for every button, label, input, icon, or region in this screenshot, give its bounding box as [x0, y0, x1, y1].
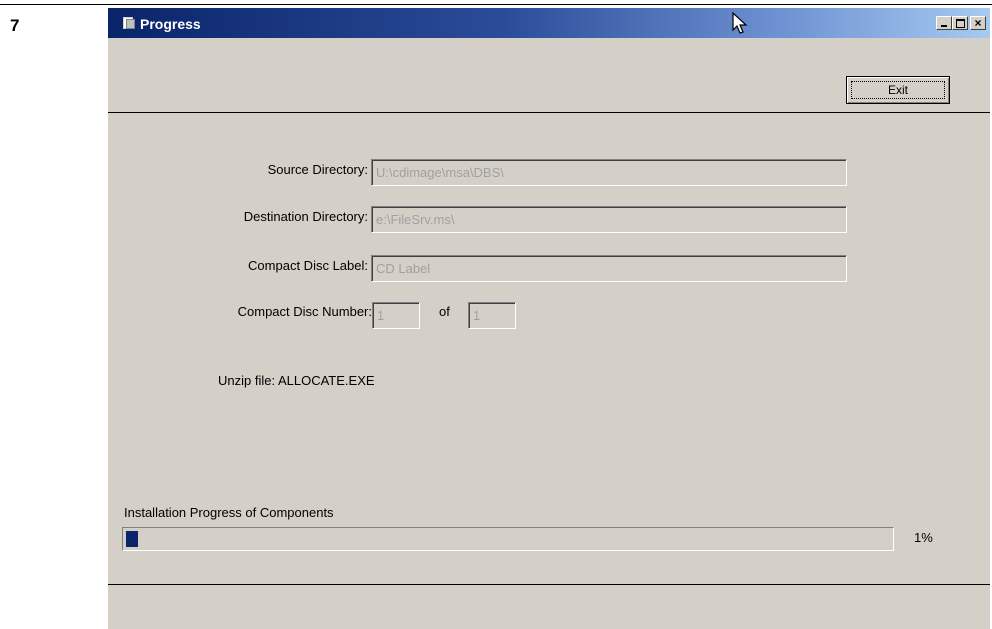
window-title: Progress	[140, 16, 201, 32]
page-top-rule	[0, 4, 992, 5]
maximize-icon	[956, 19, 965, 28]
progress-window: Progress × Exit Source Directory: U:\cdi…	[108, 8, 990, 629]
progress-fill	[126, 531, 138, 547]
cd-label-label: Compact Disc Label:	[248, 258, 368, 273]
progress-bar	[122, 527, 894, 551]
close-button[interactable]: ×	[970, 16, 986, 30]
step-number: 7	[10, 16, 20, 35]
app-window-icon[interactable]	[122, 17, 135, 29]
mouse-pointer-icon	[732, 12, 748, 34]
separator-bottom	[108, 584, 990, 585]
close-icon: ×	[974, 16, 982, 30]
exit-button[interactable]: Exit	[846, 76, 950, 104]
progress-percent: 1%	[914, 530, 933, 545]
title-bar[interactable]: Progress ×	[108, 8, 990, 38]
cd-number-field[interactable]: 1	[372, 302, 420, 329]
progress-caption: Installation Progress of Components	[124, 505, 334, 520]
source-directory-field[interactable]: U:\cdimage\msa\DBS\	[371, 159, 847, 186]
separator-top	[108, 112, 990, 113]
minimize-button[interactable]	[936, 16, 952, 30]
source-directory-label: Source Directory:	[267, 162, 368, 177]
cd-number-label: Compact Disc Number:	[237, 304, 372, 319]
of-label: of	[439, 304, 450, 319]
cd-total-field[interactable]: 1	[468, 302, 516, 329]
unzip-status: Unzip file: ALLOCATE.EXE	[218, 373, 375, 388]
minimize-icon	[941, 25, 947, 27]
destination-directory-field[interactable]: e:\FileSrv.ms\	[371, 206, 847, 233]
destination-directory-label: Destination Directory:	[243, 209, 368, 224]
exit-button-label: Exit	[887, 83, 908, 97]
cd-label-field[interactable]: CD Label	[371, 255, 847, 282]
maximize-button[interactable]	[952, 16, 968, 30]
